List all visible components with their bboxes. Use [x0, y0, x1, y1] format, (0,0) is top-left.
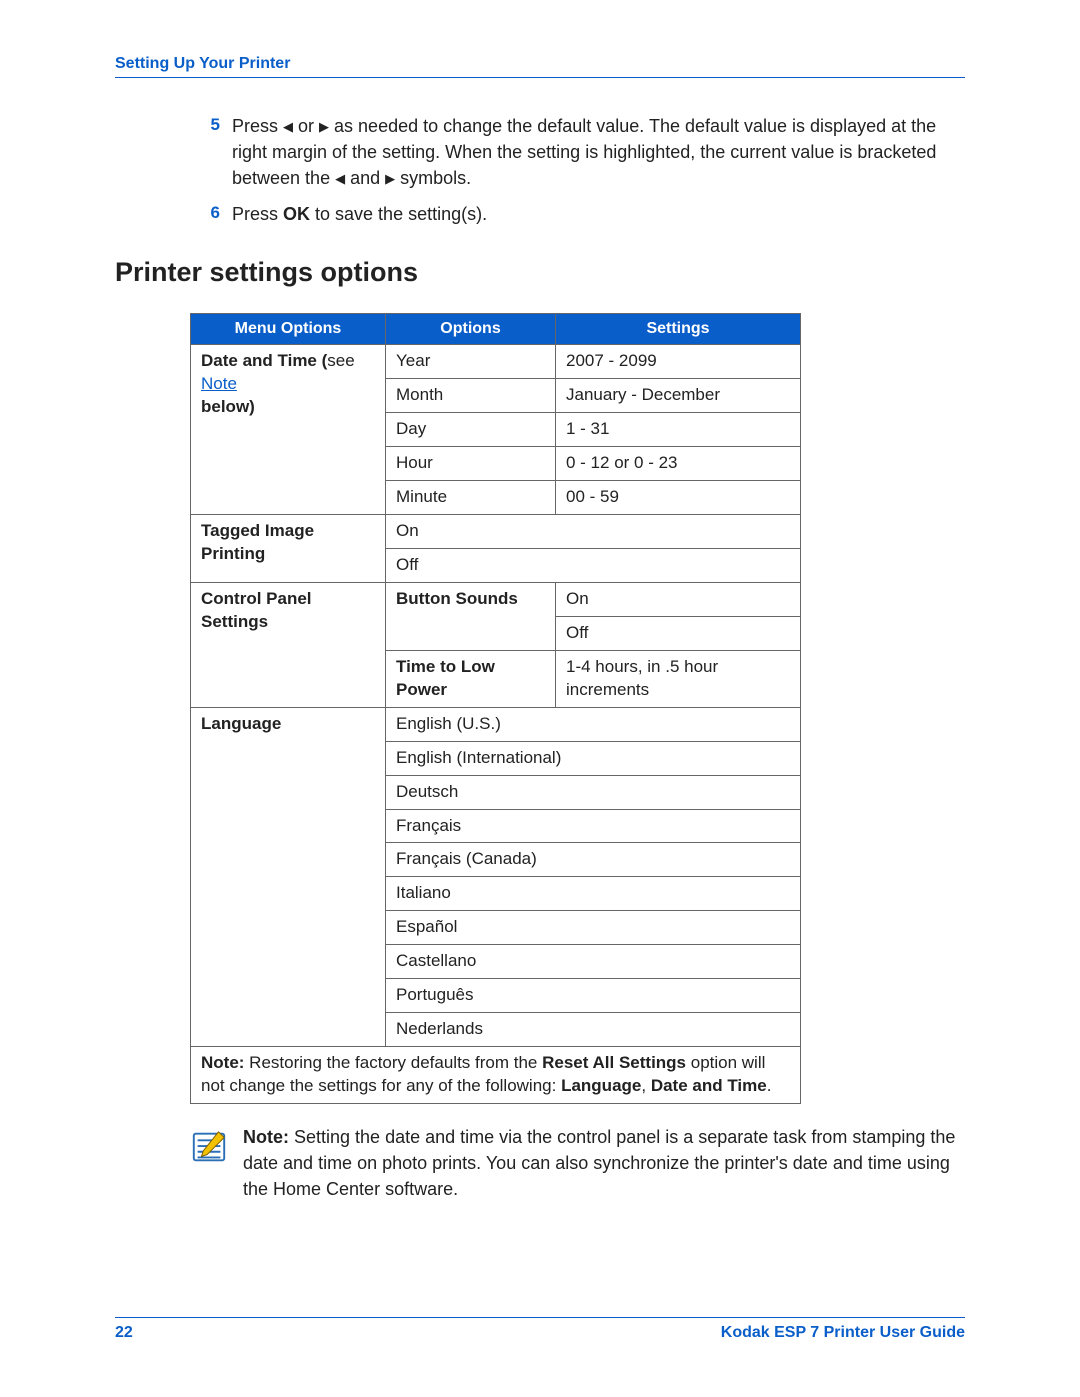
- set-year: 2007 - 2099: [556, 345, 801, 379]
- note-link[interactable]: Note: [201, 374, 237, 393]
- note-text: Note: Setting the date and time via the …: [243, 1124, 965, 1202]
- section-title: Printer settings options: [115, 257, 965, 288]
- table-row: Control Panel Settings Button Sounds On: [191, 582, 801, 616]
- step-number: 5: [190, 113, 232, 191]
- menu-date-and-time: Date and Time (see Notebelow): [191, 345, 386, 515]
- header-section-title: Setting Up Your Printer: [115, 55, 965, 75]
- table-header-row: Menu Options Options Settings: [191, 314, 801, 345]
- menu-language: Language: [191, 707, 386, 1046]
- header-rule: [115, 77, 965, 78]
- page-number: 22: [115, 1324, 133, 1342]
- left-arrow-icon: ◀: [283, 118, 293, 137]
- set-time-low-power: 1-4 hours, in .5 hour increments: [556, 650, 801, 707]
- table-row: Tagged Image Printing On: [191, 515, 801, 549]
- left-arrow-icon: ◀: [335, 170, 345, 189]
- step-5-text: Press ◀ or ▶ as needed to change the def…: [232, 113, 965, 191]
- right-arrow-icon: ▶: [385, 170, 395, 189]
- page-footer: 22 Kodak ESP 7 Printer User Guide: [115, 1317, 965, 1342]
- note-block: Note: Setting the date and time via the …: [190, 1124, 965, 1202]
- menu-tagged-image: Tagged Image Printing: [191, 515, 386, 583]
- th-options: Options: [386, 314, 556, 345]
- opt-button-sounds: Button Sounds: [386, 582, 556, 650]
- table-row: Date and Time (see Notebelow) Year 2007 …: [191, 345, 801, 379]
- opt-year: Year: [386, 345, 556, 379]
- note-icon: [190, 1128, 228, 1166]
- menu-control-panel: Control Panel Settings: [191, 582, 386, 707]
- th-menu-options: Menu Options: [191, 314, 386, 345]
- th-settings: Settings: [556, 314, 801, 345]
- table-row: Language English (U.S.): [191, 707, 801, 741]
- opt-time-low-power: Time to Low Power: [386, 650, 556, 707]
- settings-table: Menu Options Options Settings Date and T…: [190, 313, 801, 1104]
- step-6: 6 Press OK to save the setting(s).: [190, 201, 965, 227]
- step-6-text: Press OK to save the setting(s).: [232, 201, 965, 227]
- table-note-row: Note: Restoring the factory defaults fro…: [191, 1047, 801, 1104]
- step-5: 5 Press ◀ or ▶ as needed to change the d…: [190, 113, 965, 191]
- step-number: 6: [190, 201, 232, 227]
- guide-title: Kodak ESP 7 Printer User Guide: [721, 1324, 965, 1342]
- right-arrow-icon: ▶: [319, 118, 329, 137]
